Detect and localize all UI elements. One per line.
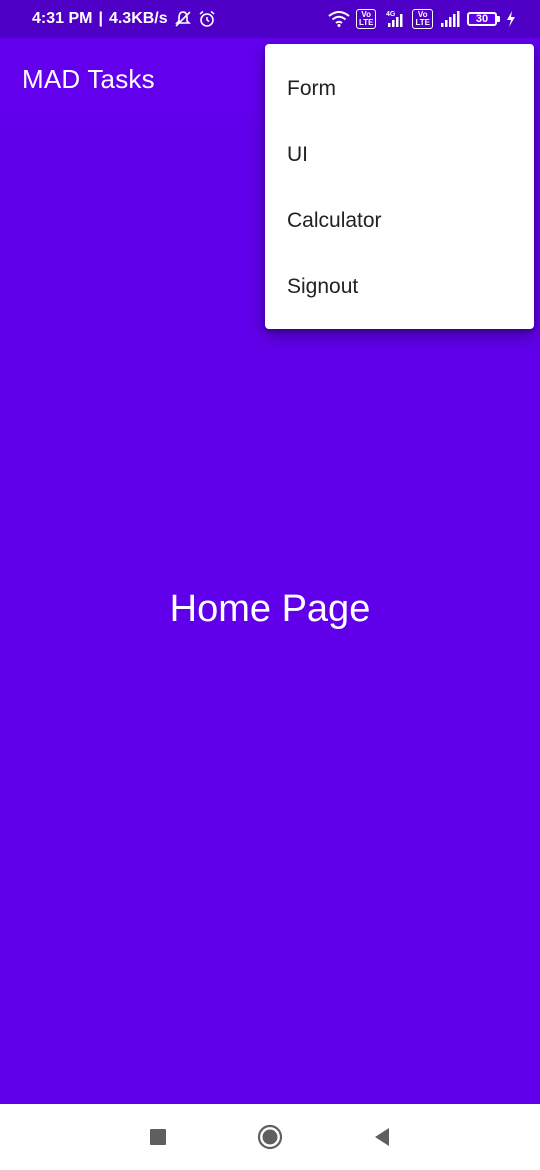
system-nav-bar	[0, 1104, 540, 1170]
recents-square-icon[interactable]	[149, 1128, 167, 1146]
mute-notifications-icon	[174, 10, 192, 28]
battery-level: 30	[467, 12, 497, 26]
volte-badge-2: Vo LTE	[412, 9, 433, 29]
battery-tip	[497, 16, 500, 22]
menu-item-ui[interactable]: UI	[265, 122, 534, 188]
home-page-heading: Home Page	[169, 588, 371, 630]
network-type-label: 4G	[386, 11, 396, 18]
status-time: 4:31 PM	[32, 10, 93, 27]
menu-item-signout[interactable]: Signout	[265, 254, 534, 320]
signal-icon: 4G	[382, 10, 406, 28]
status-right: Vo LTE 4G Vo LTE 30	[328, 9, 516, 29]
wifi-icon	[328, 11, 350, 27]
back-triangle-icon[interactable]	[373, 1127, 391, 1147]
status-separator: |	[98, 10, 103, 27]
charging-icon	[506, 11, 516, 27]
menu-item-form[interactable]: Form	[265, 56, 534, 122]
home-circle-icon[interactable]	[257, 1124, 283, 1150]
app-title: MAD Tasks	[22, 64, 155, 94]
net-speed: 4.3KB/s	[108, 10, 168, 27]
menu-item-calculator[interactable]: Calculator	[265, 188, 534, 254]
battery-icon: 30	[467, 12, 500, 26]
alarm-icon	[198, 10, 216, 28]
signal-2-icon	[439, 11, 461, 27]
overflow-menu: Form UI Calculator Signout	[265, 44, 534, 329]
status-bar: 4:31 PM | 4.3KB/s Vo LTE 4G Vo LTE 30	[0, 0, 540, 38]
status-left: 4:31 PM | 4.3KB/s	[32, 10, 216, 28]
volte-badge-1: Vo LTE	[355, 9, 377, 29]
